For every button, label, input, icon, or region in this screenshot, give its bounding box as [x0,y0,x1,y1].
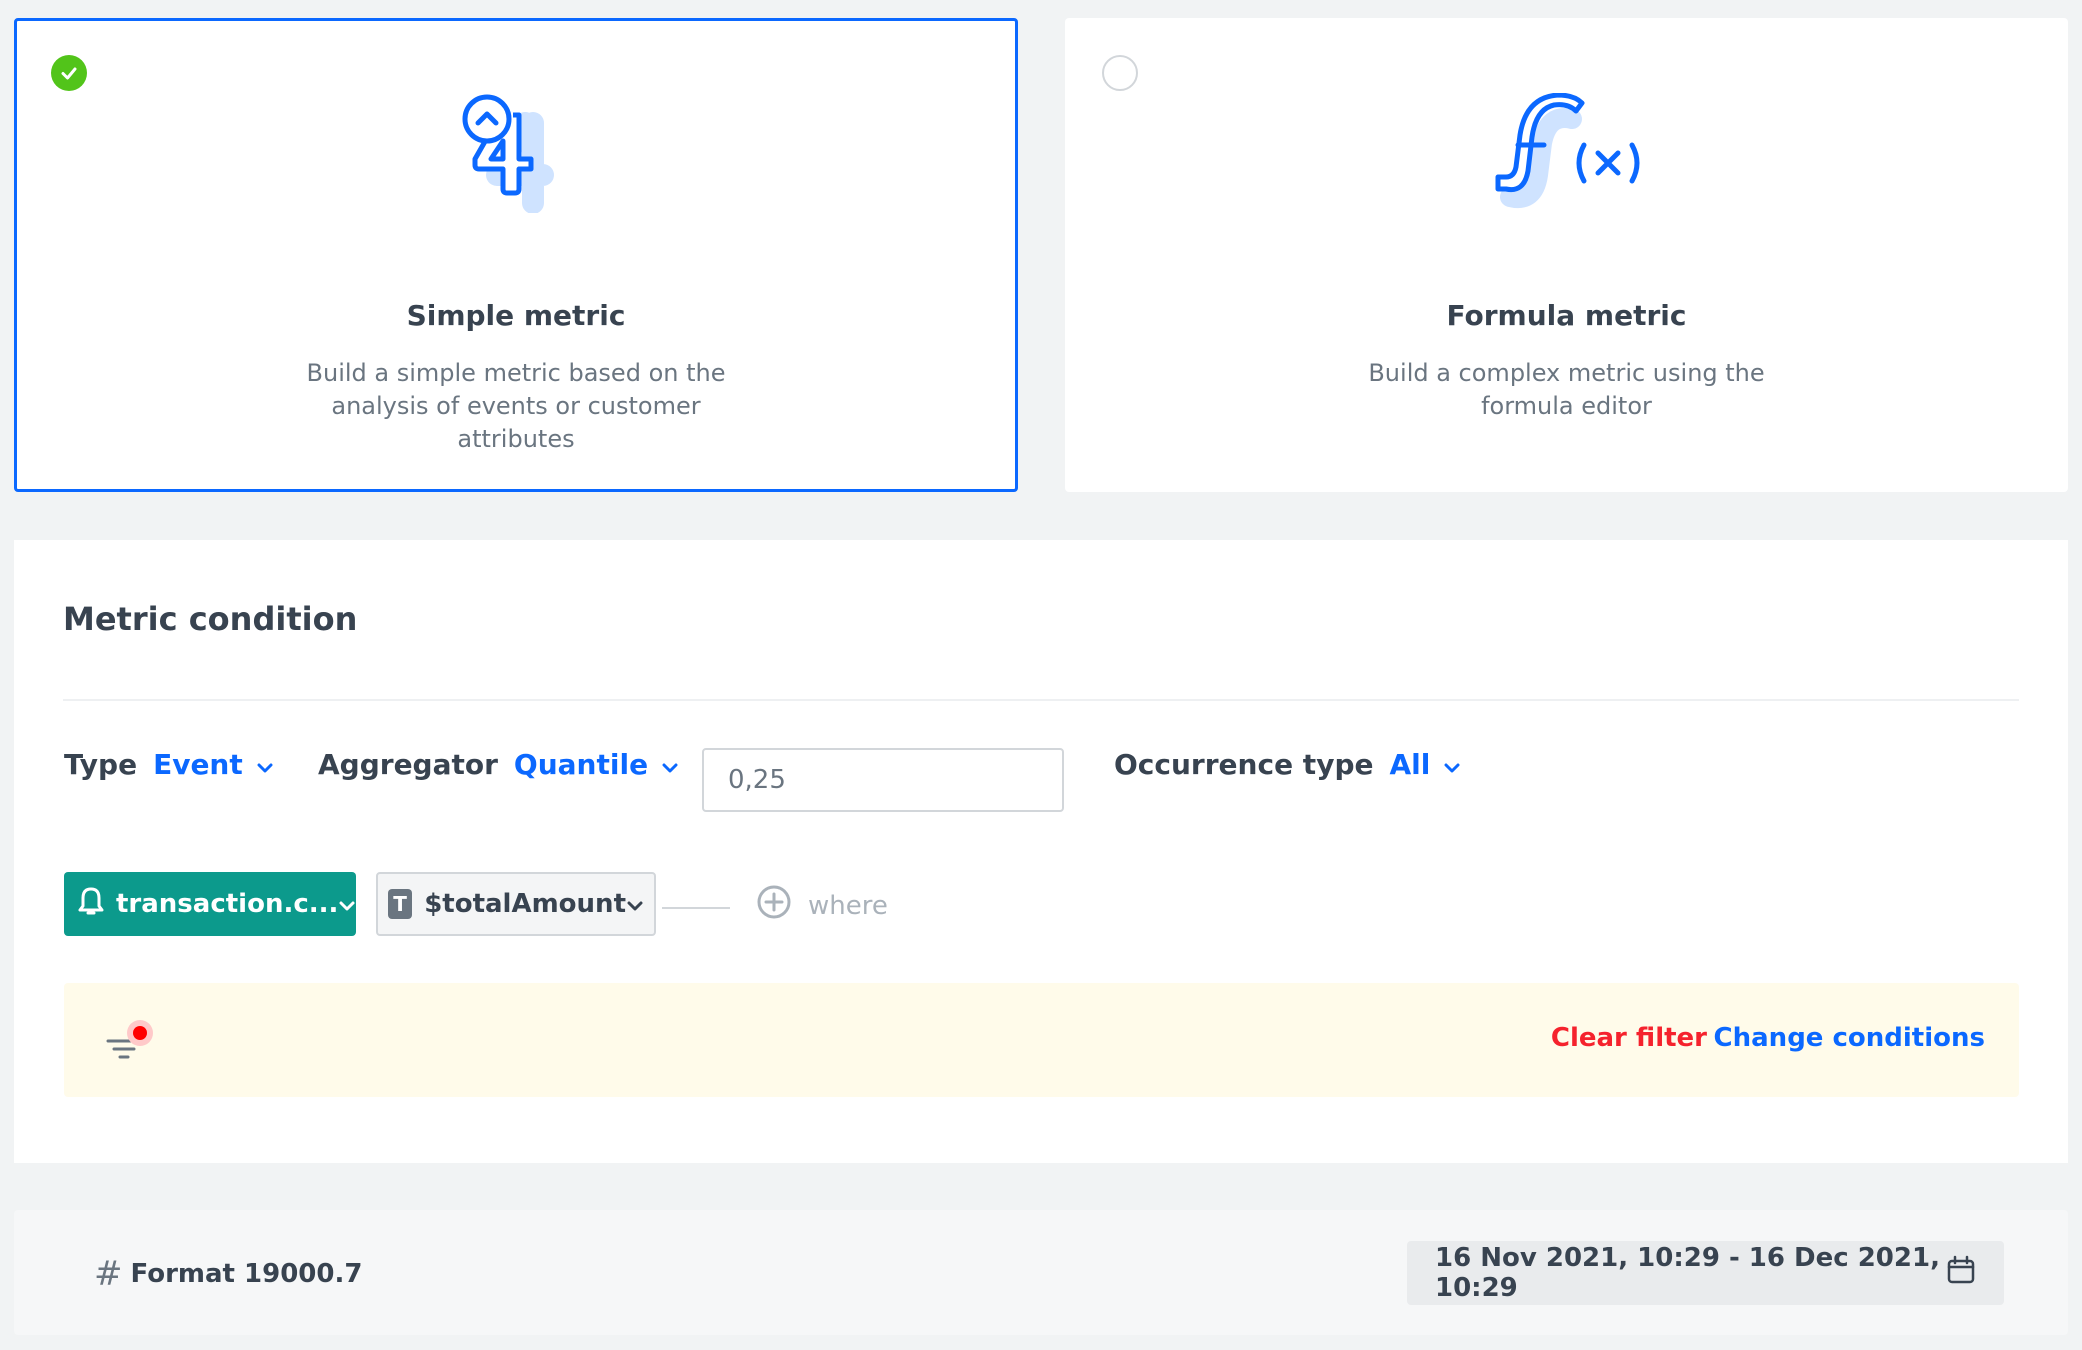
chevron-down-icon [257,748,273,781]
chevron-down-icon [662,748,678,781]
event-name: transaction.c... [116,889,339,919]
format-selector[interactable]: # Format 19000.7 [94,1254,362,1294]
plus-circle-icon [756,884,792,927]
type-dropdown[interactable]: Event [153,748,273,781]
type-label: Type [64,748,138,781]
event-dropdown[interactable]: transaction.c... [64,872,356,936]
quantile-input[interactable]: 0,25 [702,748,1064,812]
formula-metric-card[interactable]: Formula metric Build a complex metric us… [1065,18,2068,492]
parameter-dropdown[interactable]: T $totalAmount [376,872,656,936]
aggregator-dropdown[interactable]: Quantile [514,748,678,781]
connector-line [662,907,730,909]
chevron-down-icon [338,889,356,919]
aggregator-selector[interactable]: Aggregator Quantile [318,748,678,781]
bell-icon [78,886,104,923]
occurrence-label: Occurrence type [1114,748,1374,781]
clear-filter-button[interactable]: Clear filter [1551,1023,1707,1053]
type-selector[interactable]: Type Event [64,748,273,781]
parameter-name: $totalAmount [424,889,626,919]
occurrence-value: All [1389,748,1431,781]
type-value: Event [153,748,243,781]
calendar-icon [1946,1255,1976,1292]
occurrence-selector[interactable]: Occurrence type All [1114,748,1460,781]
occurrence-dropdown[interactable]: All [1389,748,1460,781]
date-range-picker[interactable]: 16 Nov 2021, 10:29 - 16 Dec 2021, 10:29 [1407,1241,2004,1305]
metric-footer: # Format 19000.7 16 Nov 2021, 10:29 - 16… [14,1210,2068,1335]
add-where-button[interactable]: where [756,884,888,927]
chevron-down-icon [1444,748,1460,781]
panel-title: Metric condition [63,600,358,638]
chevron-down-icon [626,889,644,919]
where-label: where [808,890,888,921]
date-range: 16 Nov 2021, 10:29 - 16 Dec 2021, 10:29 [1435,1243,1940,1303]
format-label: Format 19000.7 [130,1259,363,1289]
selected-check-icon[interactable] [51,55,87,91]
simple-metric-card[interactable]: Simple metric Build a simple metric base… [14,18,1018,492]
change-conditions-button[interactable]: Change conditions [1714,1023,1985,1053]
radio-unselected-icon[interactable] [1102,55,1138,91]
simple-metric-icon [461,93,571,217]
simple-metric-title: Simple metric [406,299,626,332]
formula-metric-description: Build a complex metric using the formula… [1368,359,1765,420]
filter-bar: Clear filter Change conditions [64,983,2019,1097]
divider [63,699,2019,701]
hash-icon: # [94,1254,123,1294]
filter-icon [102,1005,162,1069]
formula-metric-title: Formula metric [1446,299,1687,332]
formula-metric-icon [1492,92,1642,217]
metric-condition-panel: Metric condition Type Event Aggregator Q… [14,540,2068,1163]
simple-metric-description: Build a simple metric based on the analy… [306,359,726,453]
aggregator-value: Quantile [513,748,649,781]
aggregator-label: Aggregator [318,748,498,781]
text-type-icon: T [388,889,413,919]
